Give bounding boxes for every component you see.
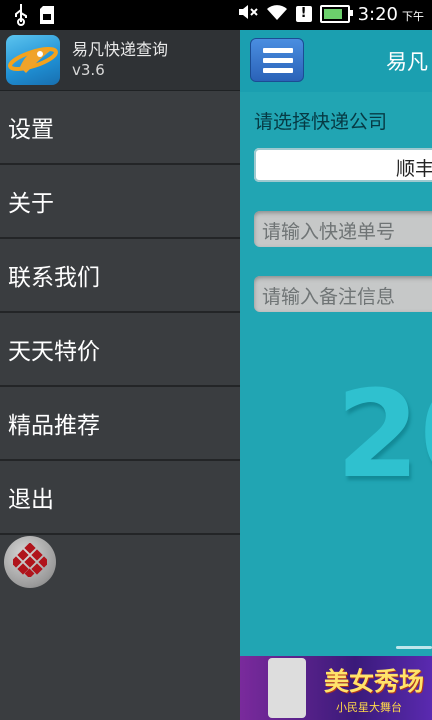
- ad-title: 美女秀场: [324, 667, 425, 696]
- notification-icon: !: [295, 6, 312, 22]
- page-title: 易凡: [386, 50, 428, 74]
- top-bar: 易凡: [240, 30, 432, 92]
- drawer-item-label: 天天特价: [8, 339, 100, 365]
- battery-icon: [319, 5, 353, 23]
- app-name: 易凡快递查询: [72, 40, 169, 59]
- decorative-number: 20: [336, 366, 432, 505]
- menu-button[interactable]: [250, 38, 304, 82]
- status-ampm: 下午: [402, 10, 424, 23]
- ad-phone-image: [268, 658, 306, 718]
- app-logo-icon: [6, 35, 60, 85]
- sd-card-icon: [40, 6, 54, 28]
- status-bar: ! 3:20 下午: [0, 0, 432, 30]
- drawer-item-daily-deals[interactable]: 天天特价: [0, 313, 240, 387]
- drawer-item-settings[interactable]: 设置: [0, 91, 240, 165]
- note-input[interactable]: 请输入备注信息: [254, 276, 432, 312]
- navigation-drawer: 易凡快递查询 v3.6 设置 关于 联系我们 天天特价 精品推荐 退出: [0, 30, 240, 720]
- tracking-number-placeholder: 请输入快递单号: [262, 221, 396, 243]
- scroll-indicator: [396, 646, 432, 649]
- company-select[interactable]: 顺丰: [254, 148, 432, 182]
- drawer-header: 易凡快递查询 v3.6: [0, 30, 240, 91]
- drawer-item-label: 设置: [8, 117, 54, 143]
- drawer-item-exit[interactable]: 退出: [0, 461, 240, 535]
- ad-banner[interactable]: 美女秀场 小民星大舞台: [240, 656, 432, 720]
- drawer-item-label: 关于: [8, 191, 54, 217]
- drawer-item-recommended[interactable]: 精品推荐: [0, 387, 240, 461]
- drawer-item-label: 精品推荐: [8, 413, 100, 439]
- drawer-item-label: 联系我们: [8, 265, 100, 291]
- ad-subtitle: 小民星大舞台: [336, 701, 402, 714]
- status-time: 3:20: [357, 3, 398, 25]
- company-selected-value: 顺丰: [396, 158, 432, 180]
- app-version: v3.6: [72, 61, 105, 79]
- drawer-item-about[interactable]: 关于: [0, 165, 240, 239]
- note-placeholder: 请输入备注信息: [262, 286, 396, 308]
- drawer-item-contact[interactable]: 联系我们: [0, 239, 240, 313]
- grid-icon: [10, 542, 50, 581]
- grid-apps-button[interactable]: [4, 536, 56, 588]
- company-label: 请选择快递公司: [254, 111, 388, 133]
- tracking-number-input[interactable]: 请输入快递单号: [254, 211, 432, 247]
- wifi-icon: [266, 3, 288, 25]
- main-panel: 易凡 请选择快递公司 顺丰 请输入快递单号 请输入备注信息 20 美女秀场 小民…: [240, 30, 432, 720]
- mute-icon: [238, 3, 258, 25]
- usb-icon: [14, 4, 28, 30]
- drawer-item-label: 退出: [8, 487, 54, 513]
